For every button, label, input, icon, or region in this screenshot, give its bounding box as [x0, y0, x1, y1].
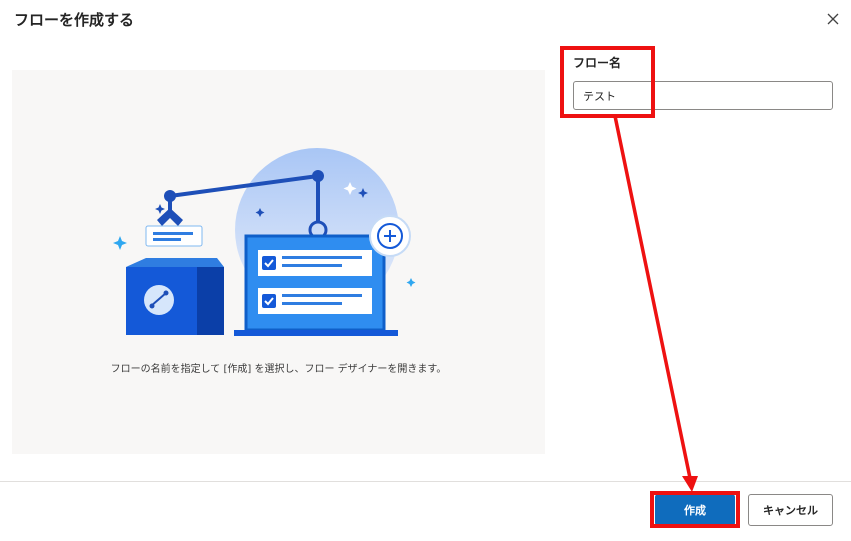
flow-designer-illustration	[113, 148, 416, 336]
flow-name-label: フロー名	[573, 56, 622, 70]
close-button[interactable]	[822, 8, 844, 30]
cancel-button[interactable]: キャンセル	[748, 494, 833, 526]
hanging-card	[145, 225, 203, 247]
flow-name-input[interactable]	[573, 81, 833, 110]
dialog-title: フローを作成する	[14, 11, 135, 29]
illustration-caption: フローの名前を指定して [作成] を選択し、フロー デザイナーを開きます。	[110, 364, 447, 375]
illustration-panel: フローの名前を指定して [作成] を選択し、フロー デザイナーを開きます。	[12, 70, 545, 454]
create-button[interactable]: 作成	[655, 494, 735, 526]
footer-divider	[0, 481, 851, 482]
close-icon	[827, 13, 839, 25]
